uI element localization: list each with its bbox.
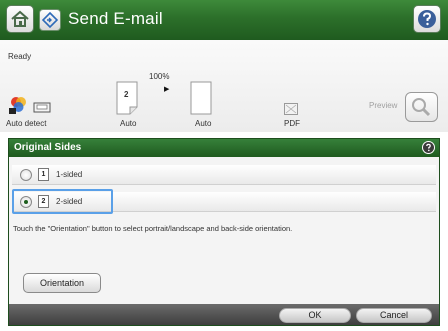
option-1-sided-label: 1-sided	[56, 170, 83, 179]
file-type-label: PDF	[284, 119, 300, 128]
dialog-help-button[interactable]	[422, 141, 435, 154]
status-text: Ready	[8, 52, 32, 61]
dialog-header: Original Sides	[9, 139, 439, 157]
document-size-label: Auto	[195, 119, 212, 128]
help-icon	[418, 10, 436, 28]
sides-badge: 2	[124, 90, 129, 99]
settings-strip: Ready 100% ▶	[0, 40, 448, 132]
orientation-button[interactable]: Orientation	[23, 273, 101, 293]
magnifier-icon	[412, 98, 431, 117]
original-sides-dialog: Original Sides 1 1-sided 2 2-sided Touch…	[8, 138, 440, 326]
color-mode-icon	[9, 97, 26, 114]
file-type-button[interactable]	[284, 102, 298, 115]
cancel-button[interactable]: Cancel	[356, 308, 432, 323]
home-button[interactable]	[6, 5, 34, 33]
dialog-title: Original Sides	[14, 142, 82, 153]
ok-button[interactable]: OK	[279, 308, 351, 323]
radio-1-sided[interactable]	[20, 169, 32, 181]
sides-label: Auto	[120, 119, 137, 128]
document-size-icon	[190, 81, 212, 115]
preview-button[interactable]	[405, 92, 438, 122]
help-button[interactable]	[413, 5, 441, 33]
zoom-arrow-icon[interactable]: ▶	[164, 85, 169, 93]
zoom-value: 100%	[149, 72, 170, 81]
pdf-file-icon	[284, 103, 298, 115]
one-sided-page-icon: 1	[38, 168, 49, 181]
preview-label: Preview	[369, 101, 398, 110]
dialog-footer: OK Cancel	[9, 304, 439, 325]
color-mode-button[interactable]	[9, 96, 31, 116]
option-1-sided[interactable]: 1 1-sided	[12, 165, 436, 185]
page-title: Send E-mail	[68, 9, 163, 28]
color-mode-label: Auto detect	[6, 119, 47, 128]
help-icon	[423, 142, 434, 153]
document-size-button[interactable]	[190, 81, 212, 115]
selection-highlight	[12, 189, 113, 214]
title-bar: Send E-mail	[0, 0, 448, 40]
scanner-icon	[33, 100, 51, 114]
email-app-icon	[39, 9, 61, 31]
home-icon	[11, 10, 29, 27]
instructions-text: Touch the "Orientation" button to select…	[13, 224, 293, 233]
